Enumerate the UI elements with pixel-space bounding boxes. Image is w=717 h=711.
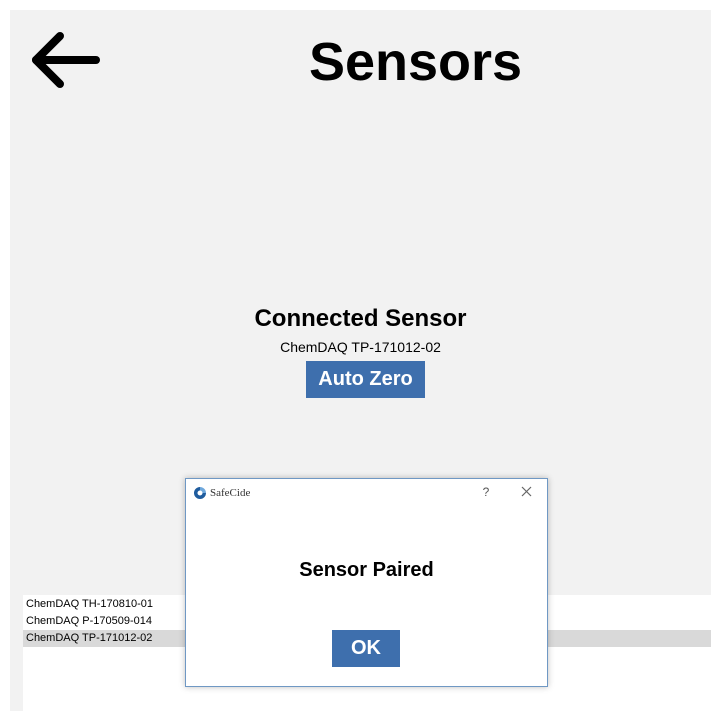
- page-title: Sensors: [308, 32, 523, 92]
- connected-sensor-name: ChemDAQ TP-171012-02: [280, 339, 441, 355]
- close-icon: [521, 486, 532, 497]
- help-button[interactable]: ?: [478, 483, 494, 501]
- dialog-app-name: SafeCide: [210, 487, 251, 499]
- dialog-message: Sensor Paired: [299, 559, 434, 581]
- connected-sensor-heading: Connected Sensor: [254, 305, 467, 332]
- dialog-close-button[interactable]: [518, 483, 536, 501]
- auto-zero-button[interactable]: Auto Zero: [306, 361, 425, 398]
- ok-button[interactable]: OK: [332, 630, 400, 667]
- sensor-paired-dialog: SafeCide ? Sensor Paired OK: [185, 478, 548, 687]
- dialog-titlebar: SafeCide ?: [186, 479, 547, 507]
- safecide-logo-icon: [194, 487, 206, 499]
